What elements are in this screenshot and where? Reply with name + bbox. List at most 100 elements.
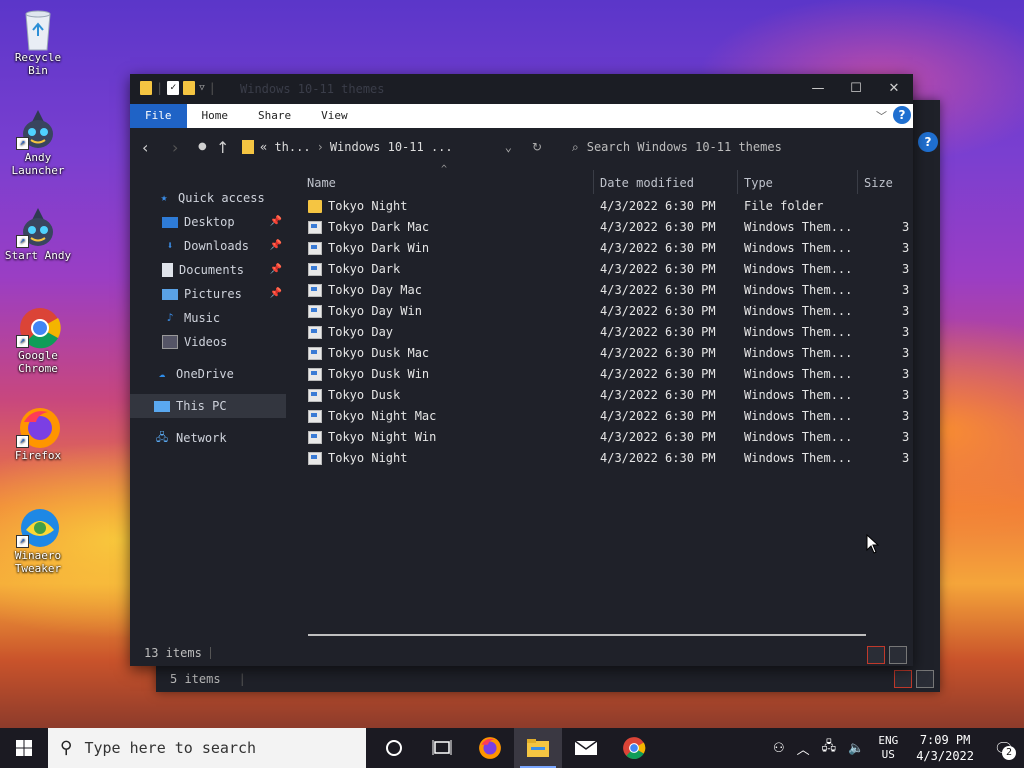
file-size: 3: [902, 367, 910, 381]
file-row[interactable]: Tokyo Dark 4/3/2022 6:30 PM Windows Them..…: [300, 259, 913, 280]
videos-icon: [162, 335, 178, 349]
help-icon[interactable]: ?: [893, 106, 911, 124]
input-language[interactable]: ENG US: [878, 734, 898, 762]
sidebar-item-network[interactable]: 🖧 Network: [130, 426, 286, 450]
taskbar-search-box[interactable]: ⚲ Type here to search: [48, 728, 366, 768]
breadcrumb-parent[interactable]: « th...: [260, 140, 311, 154]
file-row[interactable]: Tokyo Day Mac 4/3/2022 6:30 PM Windows The…: [300, 280, 913, 301]
file-row[interactable]: Tokyo Night Win 4/3/2022 6:30 PM Windows T…: [300, 427, 913, 448]
file-date: 4/3/2022 6:30 PM: [600, 451, 716, 465]
file-row[interactable]: Tokyo Night 4/3/2022 6:30 PM Windows Them.…: [300, 448, 913, 469]
desktop-icon-winaero-tweaker[interactable]: ↗ Winaero Tweaker: [2, 506, 74, 575]
details-view-button[interactable]: [894, 670, 912, 688]
sidebar-item-music[interactable]: ♪ Music: [130, 306, 286, 330]
column-header-name[interactable]: Name: [307, 176, 336, 190]
minimize-button[interactable]: —: [799, 74, 837, 104]
theme-file-icon: [308, 305, 322, 318]
pictures-icon: [162, 288, 178, 300]
close-button[interactable]: ✕: [875, 74, 913, 104]
sidebar-item-quick-access[interactable]: ★ Quick access: [130, 186, 286, 210]
column-divider[interactable]: [857, 170, 858, 194]
desktop-icon-start-andy[interactable]: ↗ Start Andy: [2, 206, 74, 262]
column-divider[interactable]: [593, 170, 594, 194]
up-arrow-icon[interactable]: ↑: [216, 138, 229, 157]
refresh-icon[interactable]: ↻: [532, 140, 542, 154]
file-date: 4/3/2022 6:30 PM: [600, 409, 716, 423]
sidebar-item-label: Videos: [184, 335, 228, 349]
chevron-down-icon[interactable]: ⌄: [505, 140, 512, 154]
back-arrow-icon[interactable]: ‹: [142, 138, 148, 157]
horizontal-scrollbar[interactable]: [308, 634, 866, 636]
taskbar-mail[interactable]: [562, 728, 610, 768]
task-view-button[interactable]: [418, 728, 466, 768]
volume-muted-icon[interactable]: 🔈: [848, 741, 864, 756]
breadcrumb-current[interactable]: Windows 10-11 ...: [330, 140, 453, 154]
theme-file-icon: [308, 431, 322, 444]
expand-ribbon-icon[interactable]: ﹀: [876, 108, 887, 124]
help-icon[interactable]: ?: [918, 132, 938, 152]
column-header-date[interactable]: Date modified: [600, 176, 694, 190]
desktop-icon-recycle-bin[interactable]: Recycle Bin: [2, 8, 74, 77]
file-row[interactable]: Tokyo Dusk 4/3/2022 6:30 PM Windows Them..…: [300, 385, 913, 406]
taskbar-chrome[interactable]: [610, 728, 658, 768]
shortcut-arrow-icon: ↗: [16, 435, 29, 448]
people-icon[interactable]: ⚇: [773, 741, 785, 756]
taskbar-file-explorer[interactable]: [514, 728, 562, 768]
desktop-icon-andy-launcher[interactable]: ↗ Andy Launcher: [2, 108, 74, 177]
tab-file[interactable]: File: [130, 104, 187, 128]
file-row[interactable]: Tokyo Night Mac 4/3/2022 6:30 PM Windows T…: [300, 406, 913, 427]
maximize-button[interactable]: ☐: [837, 74, 875, 104]
file-row[interactable]: Tokyo Night 4/3/2022 6:30 PM File folder: [300, 196, 913, 217]
new-folder-icon[interactable]: [183, 81, 196, 95]
sidebar-item-downloads[interactable]: ⬇ Downloads 📌: [130, 234, 286, 258]
column-divider[interactable]: [737, 170, 738, 194]
mail-icon: [574, 740, 598, 755]
sidebar-item-videos[interactable]: Videos: [130, 330, 286, 354]
sidebar-item-label: Network: [176, 431, 227, 445]
details-view-button[interactable]: [867, 646, 885, 664]
folder-icon: [140, 81, 152, 95]
sidebar-item-onedrive[interactable]: ☁ OneDrive: [130, 362, 286, 386]
large-icons-view-button[interactable]: [916, 670, 934, 688]
clock[interactable]: 7:09 PM 4/3/2022: [916, 732, 974, 764]
file-date: 4/3/2022 6:30 PM: [600, 430, 716, 444]
column-header-size[interactable]: Size: [864, 176, 893, 190]
title-bar[interactable]: | ✓ ▽ | Windows 10-11 themes — ☐ ✕: [130, 74, 913, 104]
sidebar-item-this-pc[interactable]: This PC: [130, 394, 286, 418]
explorer-window[interactable]: | ✓ ▽ | Windows 10-11 themes — ☐ ✕ File …: [130, 74, 913, 666]
network-status-icon[interactable]: 🖧: [822, 737, 837, 759]
large-icons-view-button[interactable]: [889, 646, 907, 664]
qat-dropdown-icon[interactable]: ▽: [199, 83, 204, 93]
sidebar-item-pictures[interactable]: Pictures 📌: [130, 282, 286, 306]
desktop-icon-firefox[interactable]: ↗ Firefox: [2, 406, 74, 462]
start-button[interactable]: [0, 728, 48, 768]
file-row[interactable]: Tokyo Dark Win 4/3/2022 6:30 PM Windows Th…: [300, 238, 913, 259]
recent-locations-icon[interactable]: ●: [198, 141, 207, 152]
tab-view[interactable]: View: [306, 104, 363, 128]
file-date: 4/3/2022 6:30 PM: [600, 283, 716, 297]
sidebar-item-documents[interactable]: Documents 📌: [130, 258, 286, 282]
action-center-button[interactable]: 🗨 2: [984, 728, 1024, 768]
column-header-type[interactable]: Type: [744, 176, 773, 190]
item-count: 5 items: [170, 672, 221, 686]
show-hidden-icons-chevron-up-icon[interactable]: ︿: [797, 739, 810, 758]
file-name: Tokyo Night: [328, 451, 408, 465]
forward-arrow-icon[interactable]: ›: [172, 138, 178, 157]
file-row[interactable]: Tokyo Dark Mac 4/3/2022 6:30 PM Windows Th…: [300, 217, 913, 238]
clock-time: 7:09 PM: [919, 733, 971, 747]
file-row[interactable]: Tokyo Dusk Mac 4/3/2022 6:30 PM Windows Th…: [300, 343, 913, 364]
search-box[interactable]: ⌕ Search Windows 10-11 themes: [572, 135, 902, 159]
file-row[interactable]: Tokyo Dusk Win 4/3/2022 6:30 PM Windows Th…: [300, 364, 913, 385]
desktop-icon-google-chrome[interactable]: ↗ Google Chrome: [2, 306, 74, 375]
tab-home[interactable]: Home: [187, 104, 244, 128]
sidebar-item-label: Quick access: [178, 191, 265, 205]
cortana-button[interactable]: [370, 728, 418, 768]
file-row[interactable]: Tokyo Day 4/3/2022 6:30 PM Windows Them...…: [300, 322, 913, 343]
file-row[interactable]: Tokyo Day Win 4/3/2022 6:30 PM Windows The…: [300, 301, 913, 322]
address-bar[interactable]: « th... › Windows 10-11 ... ⌄ ↻: [242, 135, 542, 159]
sidebar-item-desktop[interactable]: Desktop 📌: [130, 210, 286, 234]
tab-share[interactable]: Share: [243, 104, 306, 128]
qat-divider: |: [156, 81, 164, 95]
properties-icon[interactable]: ✓: [167, 81, 180, 95]
taskbar-firefox[interactable]: [466, 728, 514, 768]
